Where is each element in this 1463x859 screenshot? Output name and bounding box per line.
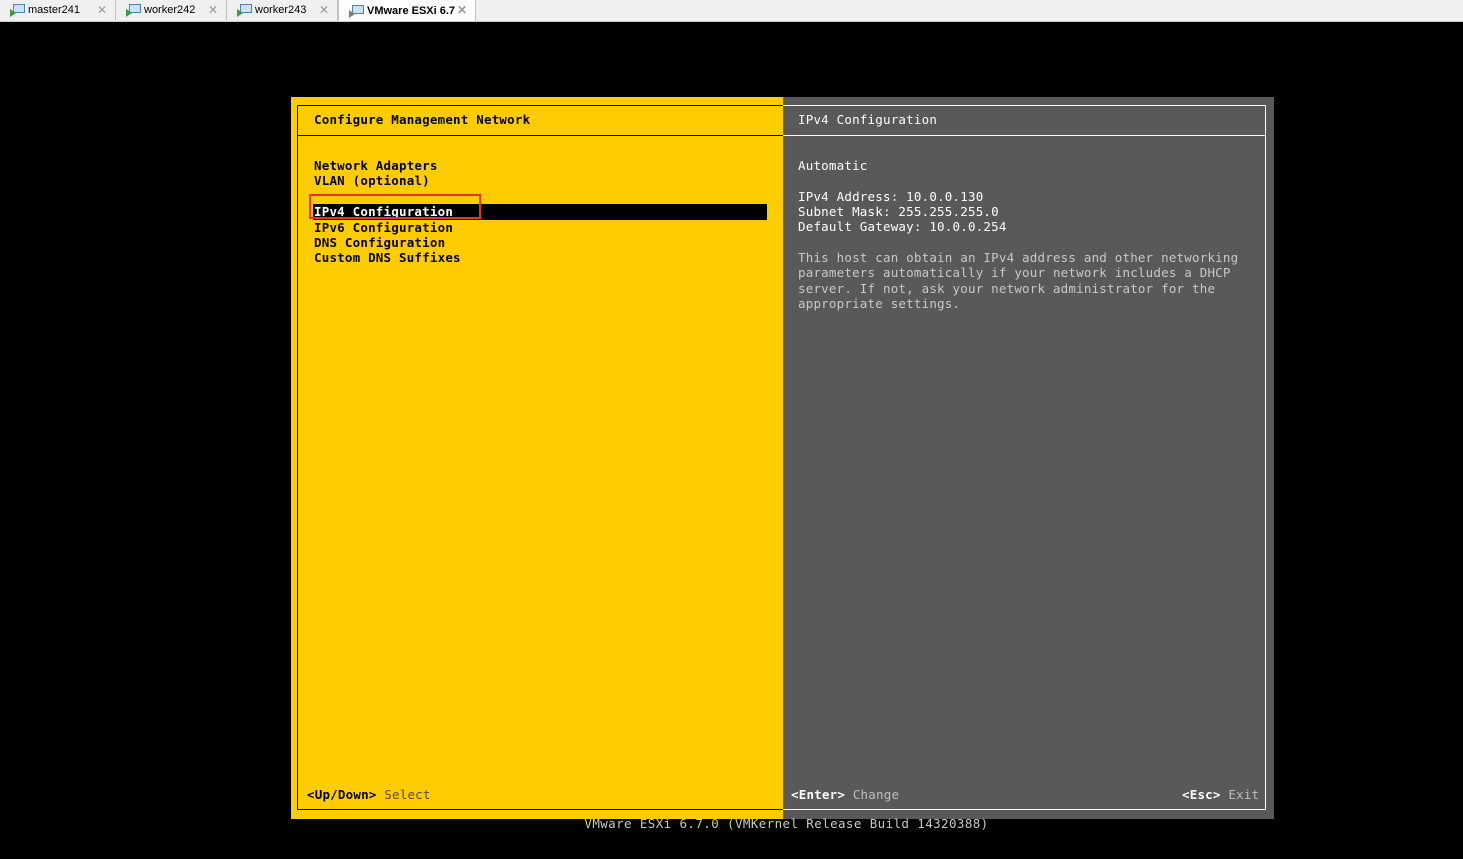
tab-worker243[interactable]: worker243 ✕ [227,0,338,20]
divider [297,135,783,136]
tab-label: worker242 [144,4,196,16]
ipv4-address: IPv4 Address: 10.0.0.130 [798,189,984,204]
annotation-highlight-box [309,194,481,219]
tab-worker242[interactable]: worker242 ✕ [116,0,227,20]
tab-vmware-esxi-6-7[interactable]: VMware ESXi 6.7 ✕ [338,0,476,21]
divider [783,135,1266,136]
tab-label: master241 [28,4,80,16]
description-line: server. If not, ask your network adminis… [798,281,1216,296]
description-line: parameters automatically if your network… [798,265,1231,280]
footer-exit-hint: <Esc> Exit [1182,787,1259,802]
menu-item-custom-dns-suffixes[interactable]: Custom DNS Suffixes [313,250,767,265]
right-pane-title: IPv4 Configuration [798,112,938,127]
description-line: appropriate settings. [798,296,961,311]
subnet-mask: Subnet Mask: 255.255.255.0 [798,204,999,219]
ipv4-mode: Automatic [798,158,868,173]
build-info: VMware ESXi 6.7.0 (VMKernel Release Buil… [584,816,989,831]
menu-item-ipv6-configuration[interactable]: IPv6 Configuration [313,220,767,235]
footer-action-change: Change [852,787,900,802]
tab-master241[interactable]: master241 ✕ [0,0,116,20]
vm-powered-off-icon [349,4,364,18]
footer-change-hint: <Enter> Change [791,787,899,802]
left-pane-title: Configure Management Network [314,112,531,127]
vm-powered-on-icon [10,4,25,17]
close-icon[interactable]: ✕ [97,3,107,17]
close-icon[interactable]: ✕ [457,3,467,17]
close-icon[interactable]: ✕ [208,3,218,17]
menu-item-network-adapters[interactable]: Network Adapters [313,158,767,173]
footer-key-esc: <Esc> [1182,787,1221,802]
footer-select-hint: <Up/Down> Select [307,787,431,802]
description-line: This host can obtain an IPv4 address and… [798,250,1239,265]
footer-key-enter: <Enter> [791,787,846,802]
close-icon[interactable]: ✕ [319,3,329,17]
tab-label: worker243 [255,4,307,16]
menu-item-dns-configuration[interactable]: DNS Configuration [313,235,767,250]
vm-powered-on-icon [237,4,252,17]
footer-action-select: Select [384,787,431,802]
footer-key-up-down: <Up/Down> [307,787,377,802]
default-gateway: Default Gateway: 10.0.0.254 [798,219,1007,234]
vm-powered-on-icon [126,4,141,17]
tab-label: VMware ESXi 6.7 [367,4,456,17]
footer-action-exit: Exit [1228,787,1260,802]
menu-item-vlan[interactable]: VLAN (optional) [313,173,767,188]
vm-tab-bar: master241 ✕ worker242 ✕ worker243 ✕ VMwa… [0,0,1463,22]
